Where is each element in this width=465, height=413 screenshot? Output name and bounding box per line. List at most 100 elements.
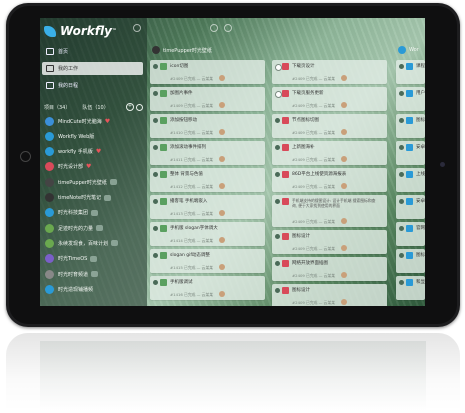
sidebar-project-item[interactable]: Workfly Web版 xyxy=(42,129,143,143)
add-project-icon[interactable]: + xyxy=(126,103,134,111)
task-checkbox[interactable] xyxy=(399,226,404,231)
task-title: 安卓上... xyxy=(416,145,425,150)
column-header[interactable]: timePupper时光壁纸 xyxy=(150,43,265,57)
task-checkbox[interactable] xyxy=(153,199,158,204)
sidebar-project-item[interactable]: MindCute时光脑海 ♥ xyxy=(42,114,143,128)
task-card[interactable]: 和显... xyxy=(396,276,425,300)
task-thumbnail xyxy=(282,198,289,205)
task-checkbox[interactable] xyxy=(399,280,404,285)
task-card[interactable]: 安卓上... xyxy=(396,141,425,165)
app-logo[interactable]: Workfly ™ xyxy=(44,23,117,39)
task-card[interactable]: 安卓... xyxy=(396,195,425,219)
sidebar-project-item[interactable]: 时光TimeOS xyxy=(42,252,143,266)
task-title: 上线图 xyxy=(416,172,425,177)
favorite-heart-icon[interactable]: ♥ xyxy=(105,118,110,125)
task-checkbox[interactable] xyxy=(275,118,280,123)
task-card[interactable]: 上线图 xyxy=(396,168,425,192)
task-card[interactable]: 图标... xyxy=(396,114,425,138)
sidebar-project-item[interactable]: timePupper时光壁纸 xyxy=(42,175,143,189)
task-card[interactable]: 官网... xyxy=(396,222,425,246)
task-card[interactable]: icon切图 #2409 已完成 — 云某某 xyxy=(150,60,265,84)
task-card[interactable]: 86D平台上线使资源海报表 #2409 已完成 — 云某某 xyxy=(272,168,387,192)
task-card[interactable]: 手机版调试 #1416 已完成 — 云某某 xyxy=(150,276,265,300)
project-avatar xyxy=(45,131,54,141)
task-card[interactable]: 图标设计 #2409 已完成 — 云某某 xyxy=(272,230,387,254)
task-checkbox[interactable] xyxy=(275,91,282,98)
task-checkbox[interactable] xyxy=(275,145,280,150)
column-header[interactable] xyxy=(272,43,387,57)
task-thumbnail xyxy=(406,144,413,151)
tab-projects[interactable]: 项目（34） xyxy=(44,104,70,111)
task-checkbox[interactable] xyxy=(275,261,280,266)
toolbar-icon[interactable] xyxy=(133,24,141,32)
task-checkbox[interactable] xyxy=(275,199,280,204)
tab-teams[interactable]: 队伍（10） xyxy=(82,104,108,111)
task-card[interactable]: 播客笔 手机端嵌入 #1413 已完成 — 云某某 xyxy=(150,195,265,219)
task-checkbox[interactable] xyxy=(399,145,404,150)
task-checkbox[interactable] xyxy=(275,288,280,293)
nav-my-work[interactable]: 我的工作 xyxy=(42,62,143,75)
favorite-heart-icon[interactable]: ♥ xyxy=(86,163,91,170)
task-checkbox[interactable] xyxy=(153,91,158,96)
task-card[interactable]: 添加按钮移动 #1410 已完成 — 云某某 xyxy=(150,114,265,138)
task-checkbox[interactable] xyxy=(275,172,280,177)
task-thumbnail xyxy=(282,90,289,97)
nav-my-schedule[interactable]: 我的日程 xyxy=(42,79,143,92)
task-checkbox[interactable] xyxy=(399,199,404,204)
task-thumbnail xyxy=(160,63,167,70)
task-thumbnail xyxy=(406,171,413,178)
task-checkbox[interactable] xyxy=(399,91,404,96)
task-checkbox[interactable] xyxy=(153,253,158,258)
task-card[interactable]: 图标... xyxy=(396,249,425,273)
task-checkbox[interactable] xyxy=(275,64,282,71)
project-name: 足迹时光的力量 xyxy=(58,225,94,232)
sidebar-project-item[interactable]: 时光造现铺播频 xyxy=(42,282,143,296)
home-button[interactable] xyxy=(20,151,31,162)
task-card[interactable]: slogan gif动态调整 #1415 已完成 — 云某某 xyxy=(150,249,265,273)
board-column: 下载页设计 #2409 已完成 — 云某某 下载页服务更新 #2409 已完成 — 云… xyxy=(272,18,387,306)
task-card[interactable]: 添加滚动事件排列 #1411 已完成 — 云某某 xyxy=(150,141,265,165)
sidebar-project-item[interactable]: 时光设计部 ♥ xyxy=(42,160,143,174)
project-avatar xyxy=(45,254,54,264)
task-card[interactable]: 节点图标切图 #2409 已完成 — 云某某 xyxy=(272,114,387,138)
task-meta: #2409 已完成 — 云某某 xyxy=(292,76,336,81)
task-checkbox[interactable] xyxy=(399,172,404,177)
task-checkbox[interactable] xyxy=(153,118,158,123)
search-icon[interactable] xyxy=(136,103,143,111)
task-checkbox[interactable] xyxy=(275,234,280,239)
task-card[interactable]: 整体 背景与色值 #1412 已完成 — 云某某 xyxy=(150,168,265,192)
task-card[interactable]: 网络开放界面插图 #2409 已完成 — 云某某 xyxy=(272,257,387,281)
task-meta: #1413 已完成 — 云某某 xyxy=(170,211,214,216)
task-card[interactable]: 图标设计 #2409 已完成 — 云某某 xyxy=(272,284,387,306)
task-checkbox[interactable] xyxy=(399,64,404,69)
project-status-icon xyxy=(111,240,119,247)
sidebar-project-item[interactable]: 永续发现食，百味计划 xyxy=(42,236,143,250)
task-card[interactable]: 用户... xyxy=(396,87,425,111)
task-card[interactable]: 下载页设计 #2409 已完成 — 云某某 xyxy=(272,60,387,84)
task-title: 播客笔 手机端嵌入 xyxy=(170,199,208,204)
task-card[interactable]: 手机端支持的搜图设计: 设计手机端 搜索图标和查询, 便于大家找到使用的界面 #2… xyxy=(272,195,387,227)
task-checkbox[interactable] xyxy=(153,64,158,69)
task-card[interactable]: 手机版 slogan字体调大 #1414 已完成 — 云某某 xyxy=(150,222,265,246)
task-title: 添加滚动事件排列 xyxy=(170,145,206,150)
task-checkbox[interactable] xyxy=(153,280,158,285)
sidebar-project-item[interactable]: 时光时育频道 xyxy=(42,267,143,281)
sidebar-project-item[interactable]: 足迹时光的力量 xyxy=(42,221,143,235)
column-header[interactable]: Wor xyxy=(396,43,425,57)
task-meta: #2409 已完成 — 云某某 xyxy=(170,76,214,81)
favorite-heart-icon[interactable]: ♥ xyxy=(96,148,101,155)
task-card[interactable]: 课程图标 xyxy=(396,60,425,84)
project-status-icon xyxy=(96,225,104,232)
sidebar-project-item[interactable]: timeNote时光笔记 xyxy=(42,191,143,205)
task-checkbox[interactable] xyxy=(153,145,158,150)
task-card[interactable]: 下载页服务更新 #2409 已完成 — 云某某 xyxy=(272,87,387,111)
task-checkbox[interactable] xyxy=(153,172,158,177)
task-card[interactable]: 上新图海补 #2409 已完成 — 云某某 xyxy=(272,141,387,165)
task-checkbox[interactable] xyxy=(399,253,404,258)
nav-home[interactable]: 首页 xyxy=(42,45,143,58)
sidebar-project-item[interactable]: 时光科技集团 xyxy=(42,206,143,220)
task-card[interactable]: 加图片事件 #1409 已完成 — 云某某 xyxy=(150,87,265,111)
task-checkbox[interactable] xyxy=(153,226,158,231)
sidebar-project-item[interactable]: workfly 手机版 ♥ xyxy=(42,145,143,159)
task-checkbox[interactable] xyxy=(399,118,404,123)
